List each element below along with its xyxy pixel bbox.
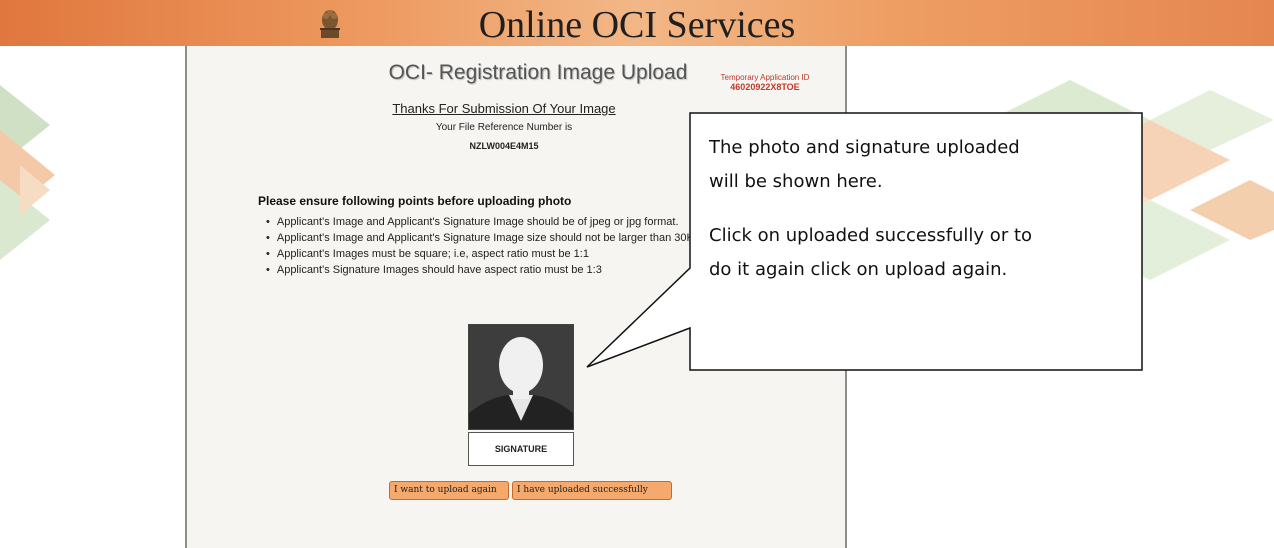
callout-line: Click on uploaded successfully or to bbox=[709, 225, 1033, 246]
callout-line: will be shown here. bbox=[709, 171, 883, 192]
callout-line: The photo and signature uploaded bbox=[709, 137, 1020, 158]
callout-line: do it again click on upload again. bbox=[709, 259, 1008, 280]
callout-text: The photo and signature uploaded will be… bbox=[709, 131, 1129, 287]
